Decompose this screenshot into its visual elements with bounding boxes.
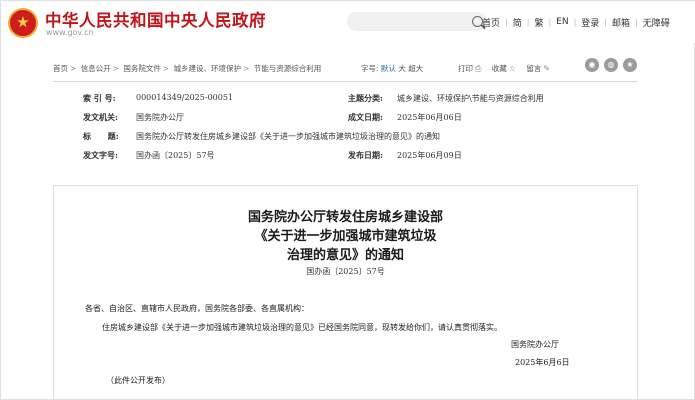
site-url: www.gov.cn xyxy=(46,28,94,37)
comment-link[interactable]: 留言 xyxy=(526,64,541,73)
divider xyxy=(53,81,638,82)
article-sign-date: 2025年6月6日 xyxy=(515,358,570,367)
article-title-line-1: 国务院办公厅转发住房城乡建设部 xyxy=(247,210,443,225)
favorite-star-icon[interactable]: ★ xyxy=(623,58,637,72)
nav-mail[interactable]: 邮箱 xyxy=(607,16,635,29)
breadcrumb-bar: 首页 > 信息公开 > 国务院文件 > 城乡建设、环境保护 > 节能与资源综合利用 字号… xyxy=(53,58,638,77)
article-paragraph: 住房城乡建设部《关于进一步加强城市建筑垃圾治理的意见》已经国务院同意，现转发给你… xyxy=(102,323,502,332)
breadcrumb-state-council-docs[interactable]: 国务院文件 xyxy=(123,64,161,73)
doc-number-value: 国办函〔2025〕57号 xyxy=(136,151,215,160)
font-size-switcher: 字号: 默认 大 超大 xyxy=(361,63,423,74)
breadcrumb-energy-saving[interactable]: 节能与资源综合利用 xyxy=(254,64,322,73)
weibo-share-icon[interactable]: ◉ xyxy=(585,58,599,72)
issuer-label: 发文机关: xyxy=(83,112,118,122)
star-outline-icon[interactable]: ☆ xyxy=(509,64,516,73)
article-title: 国务院办公厅转发住房城乡建设部 《关于进一步加强城市建筑垃圾 治理的意见》的通知 xyxy=(54,208,637,265)
favorite-link[interactable]: 收藏 xyxy=(492,64,507,73)
issuer-value: 国务院办公厅 xyxy=(136,113,184,122)
font-size-xlarge[interactable]: 超大 xyxy=(408,64,423,73)
topic-value: 城乡建设、环境保护\节能与资源综合利用 xyxy=(397,94,544,103)
font-size-default[interactable]: 默认 xyxy=(381,64,396,73)
article-public-note: （此件公开发布） xyxy=(106,376,170,385)
article-body: 国务院办公厅转发住房城乡建设部 《关于进一步加强城市建筑垃圾 治理的意见》的通知… xyxy=(53,185,638,400)
nav-login[interactable]: 登录 xyxy=(576,16,604,29)
national-emblem-icon[interactable] xyxy=(8,8,38,38)
font-size-large[interactable]: 大 xyxy=(398,64,406,73)
document-meta: 索 引 号: 000014349/2025-00051 主题分类: 城乡建设、环… xyxy=(83,93,623,169)
article-signer: 国务院办公厅 xyxy=(511,340,559,349)
index-value: 000014349/2025-00051 xyxy=(136,93,234,102)
share-buttons: ◉ ◍ ★ xyxy=(585,58,637,72)
topic-label: 主题分类: xyxy=(348,93,383,103)
print-link[interactable]: 打印 xyxy=(458,64,473,73)
top-nav: 首页 | 简 | 繁 | EN | 登录 | 邮箱 | 无障碍 xyxy=(477,15,675,29)
wechat-share-icon[interactable]: ◍ xyxy=(604,58,618,72)
page-tools: 打印 ⎙ 收藏 ☆ 留言 ✎ xyxy=(458,63,558,74)
search-input[interactable] xyxy=(347,12,487,31)
site-header: 中华人民共和国中央人民政府 www.gov.cn 首页| 简| 繁| EN| 登… xyxy=(1,1,695,43)
doc-number-label: 发文字号: xyxy=(83,150,118,160)
nav-english[interactable]: EN xyxy=(551,17,573,27)
nav-home[interactable]: 首页 xyxy=(477,16,505,29)
breadcrumb: 首页 > 信息公开 > 国务院文件 > 城乡建设、环境保护 > 节能与资源综合利用 xyxy=(53,64,322,73)
publish-date-label: 发布日期: xyxy=(348,150,383,160)
breadcrumb-info-disclosure[interactable]: 信息公开 xyxy=(81,64,111,73)
article-salutation: 各省、自治区、直辖市人民政府，国务院各部委、各直属机构： xyxy=(85,304,309,313)
written-date-label: 成文日期: xyxy=(348,112,383,122)
title-label: 标 题: xyxy=(83,131,119,141)
title-value: 国务院办公厅转发住房城乡建设部《关于进一步加强城市建筑垃圾治理的意见》的通知 xyxy=(136,132,440,141)
breadcrumb-home[interactable]: 首页 xyxy=(53,64,68,73)
written-date-value: 2025年06月06日 xyxy=(397,113,462,122)
article-doc-number: 国办函〔2025〕57号 xyxy=(306,267,385,276)
index-label: 索 引 号: xyxy=(83,93,116,103)
nav-traditional[interactable]: 繁 xyxy=(529,16,548,29)
pencil-icon[interactable]: ✎ xyxy=(543,64,550,73)
printer-icon[interactable]: ⎙ xyxy=(475,64,481,73)
article-title-line-2: 《关于进一步加强城市建筑垃圾 xyxy=(254,229,437,244)
font-size-label: 字号: xyxy=(361,64,379,73)
publish-date-value: 2025年06月09日 xyxy=(397,151,462,160)
breadcrumb-urban-environment[interactable]: 城乡建设、环境保护 xyxy=(174,64,242,73)
nav-accessibility[interactable]: 无障碍 xyxy=(638,16,675,29)
nav-simplified[interactable]: 简 xyxy=(508,16,527,29)
article-title-line-3: 治理的意见》的通知 xyxy=(286,248,404,263)
